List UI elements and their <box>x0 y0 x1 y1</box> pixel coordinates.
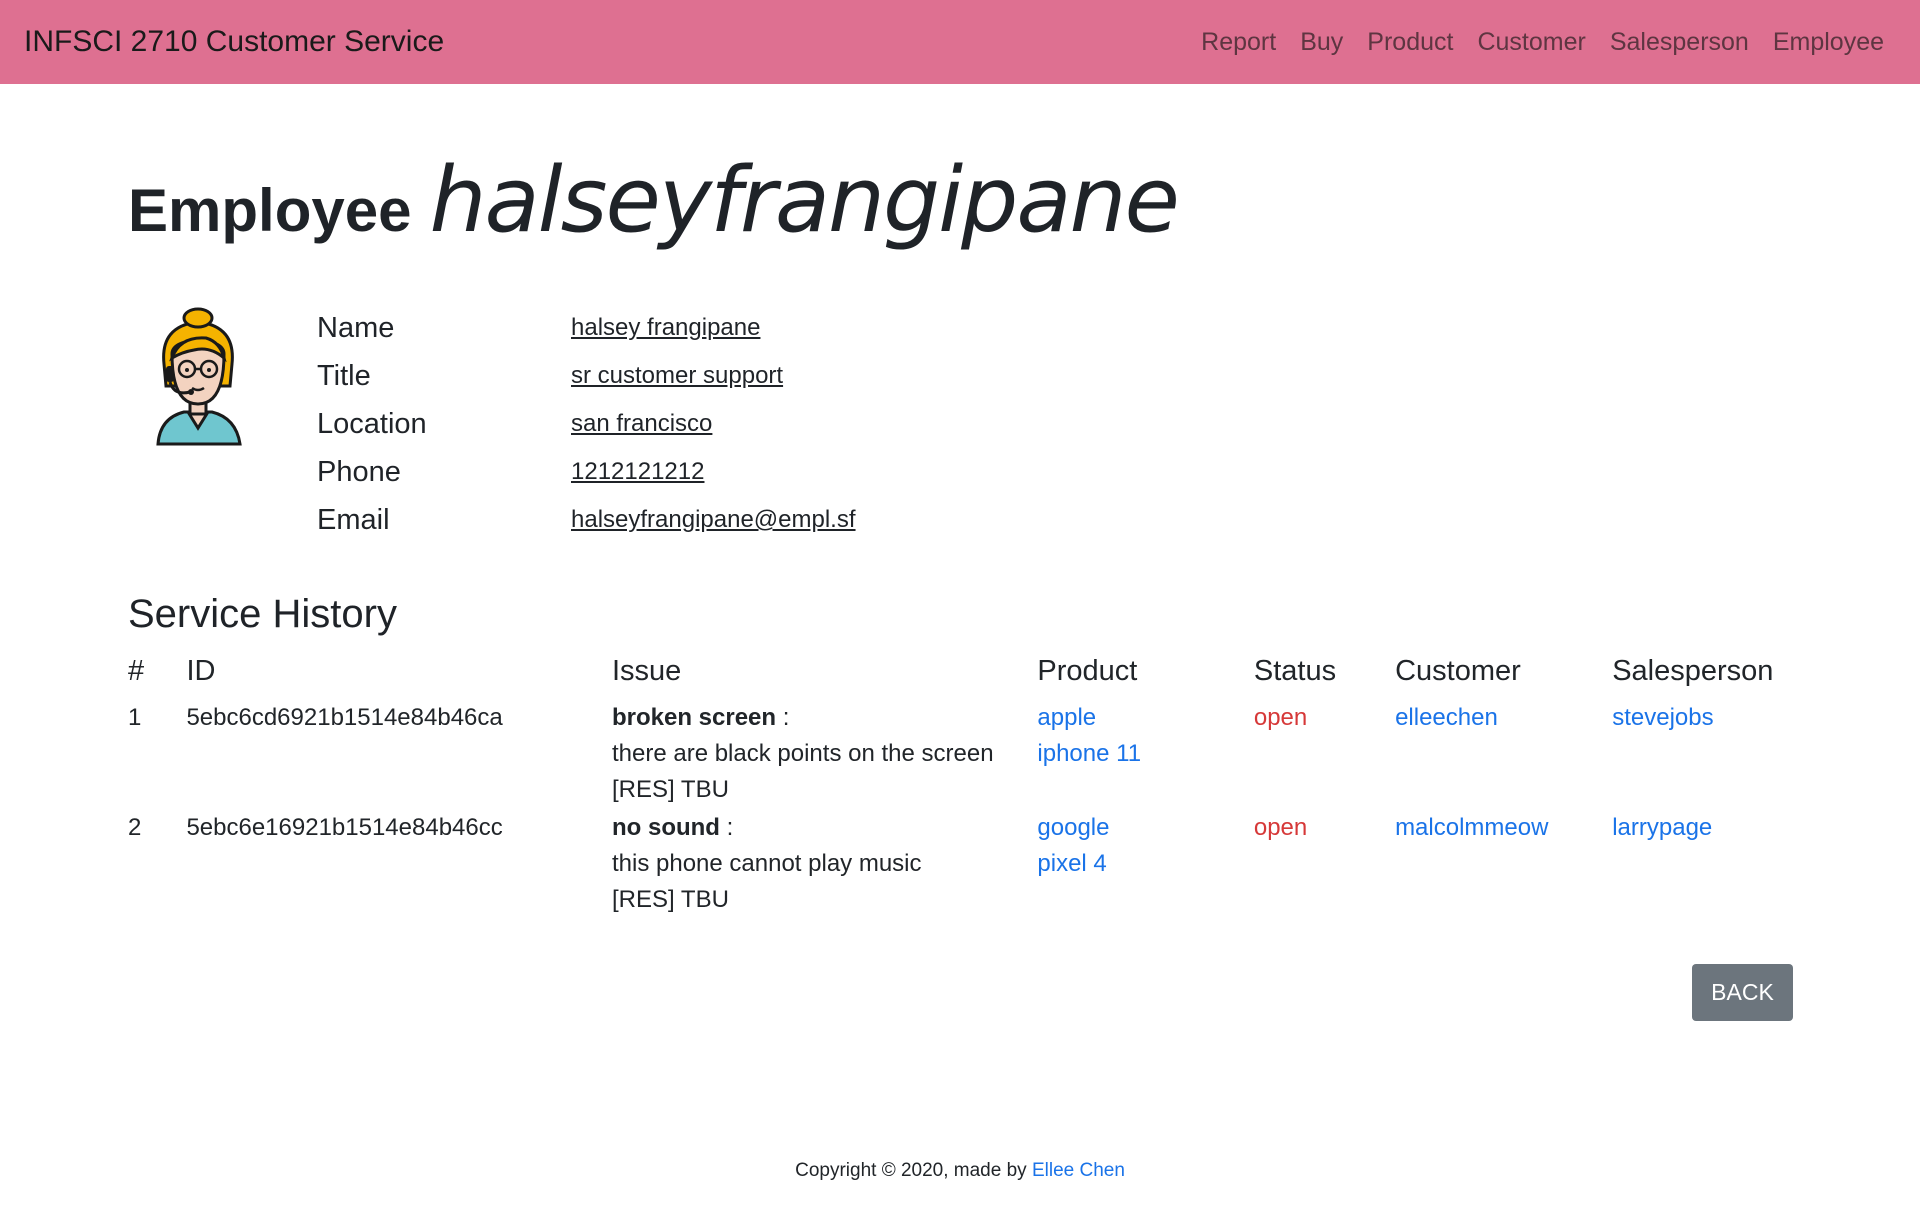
info-label-phone: Phone <box>317 455 401 488</box>
issue-separator: : <box>719 814 734 841</box>
info-label-location: Location <box>317 407 427 440</box>
col-header-customer: Customer <box>1395 654 1521 687</box>
row-product: apple iphone 11 <box>1037 698 1253 808</box>
table-row: 2 5ebc6e16921b1514e84b46cc no sound : th… <box>128 808 1792 918</box>
navbar-brand[interactable]: INFSCI 2710 Customer Service <box>24 25 444 59</box>
nav-link-salesperson[interactable]: Salesperson <box>1598 28 1761 57</box>
info-value-title: sr customer support <box>571 362 784 389</box>
info-row-title: Title sr customer support <box>317 352 856 400</box>
footer-text: Copyright © 2020, made by <box>795 1160 1032 1181</box>
info-row-phone: Phone 1212121212 <box>317 448 856 496</box>
info-row-name: Name halsey frangipane <box>317 304 856 352</box>
page-footer: Copyright © 2020, made by Ellee Chen <box>0 1160 1920 1182</box>
nav-link-employee[interactable]: Employee <box>1761 28 1896 57</box>
col-header-number: # <box>128 654 145 687</box>
product-brand-link[interactable]: apple <box>1037 704 1096 731</box>
employee-info: Name halsey frangipane Title sr customer… <box>317 304 856 544</box>
col-header-status: Status <box>1253 654 1337 687</box>
row-number: 1 <box>128 704 142 731</box>
info-value-email: halseyfrangipane@empl.sf <box>571 506 856 533</box>
row-customer: malcolmmeow <box>1395 808 1612 918</box>
top-navbar: INFSCI 2710 Customer Service Report Buy … <box>0 0 1920 84</box>
row-salesperson: larrypage <box>1612 808 1792 918</box>
issue-resolution: [RES] TBU <box>611 886 729 913</box>
support-agent-avatar-icon <box>156 307 242 446</box>
salesperson-link[interactable]: stevejobs <box>1612 704 1713 731</box>
product-brand-link[interactable]: google <box>1037 814 1109 841</box>
nav-links: Report Buy Product Customer Salesperson … <box>1189 28 1896 57</box>
info-row-location: Location san francisco <box>317 400 856 448</box>
row-status: open <box>1253 704 1308 731</box>
info-value-location: san francisco <box>571 410 713 437</box>
info-row-email: Email halseyfrangipane@empl.sf <box>317 496 856 544</box>
info-value-name: halsey frangipane <box>571 314 761 341</box>
nav-link-customer[interactable]: Customer <box>1465 28 1597 57</box>
row-number: 2 <box>128 814 142 841</box>
nav-link-report[interactable]: Report <box>1189 28 1288 57</box>
issue-title: no sound <box>611 814 720 841</box>
row-status: open <box>1253 814 1308 841</box>
issue-resolution: [RES] TBU <box>611 776 729 803</box>
salesperson-link[interactable]: larrypage <box>1612 814 1712 841</box>
row-customer: elleechen <box>1395 698 1612 808</box>
back-button[interactable]: BACK <box>1692 964 1793 1021</box>
customer-link[interactable]: elleechen <box>1395 704 1498 731</box>
info-label-name: Name <box>317 311 395 344</box>
col-header-issue: Issue <box>611 654 682 687</box>
page-title-username: halseyfrangipane <box>429 148 1179 253</box>
product-model-link[interactable]: iphone 11 <box>1037 740 1141 767</box>
service-history-table: # ID Issue Product Status Customer Sales… <box>128 644 1792 918</box>
row-id: 5ebc6e16921b1514e84b46cc <box>186 814 503 841</box>
issue-description: there are black points on the screen <box>611 740 994 767</box>
page-title-label: Employee <box>128 177 412 244</box>
col-header-salesperson: Salesperson <box>1612 654 1774 687</box>
product-model-link[interactable]: pixel 4 <box>1037 850 1106 877</box>
row-salesperson: stevejobs <box>1612 698 1792 808</box>
table-row: 1 5ebc6cd6921b1514e84b46ca broken screen… <box>128 698 1792 808</box>
issue-description: this phone cannot play music <box>611 850 922 877</box>
row-issue: no sound : this phone cannot play music … <box>612 808 1037 918</box>
issue-title: broken screen <box>611 704 777 731</box>
col-header-product: Product <box>1037 654 1138 687</box>
info-value-phone: 1212121212 <box>571 458 705 485</box>
customer-link[interactable]: malcolmmeow <box>1395 814 1548 841</box>
row-id: 5ebc6cd6921b1514e84b46ca <box>186 704 503 731</box>
footer-author-link[interactable]: Ellee Chen <box>1032 1160 1125 1181</box>
col-header-id: ID <box>186 654 216 687</box>
nav-link-product[interactable]: Product <box>1355 28 1465 57</box>
info-label-email: Email <box>317 503 390 536</box>
issue-separator: : <box>776 704 790 731</box>
row-issue: broken screen : there are black points o… <box>612 698 1037 808</box>
row-product: google pixel 4 <box>1037 808 1253 918</box>
nav-link-buy[interactable]: Buy <box>1288 28 1355 57</box>
service-history-title: Service History <box>128 592 397 636</box>
table-header-row: # ID Issue Product Status Customer Sales… <box>128 644 1792 698</box>
info-label-title: Title <box>317 359 371 392</box>
page-title: Employee halseyfrangipane <box>128 156 1180 246</box>
